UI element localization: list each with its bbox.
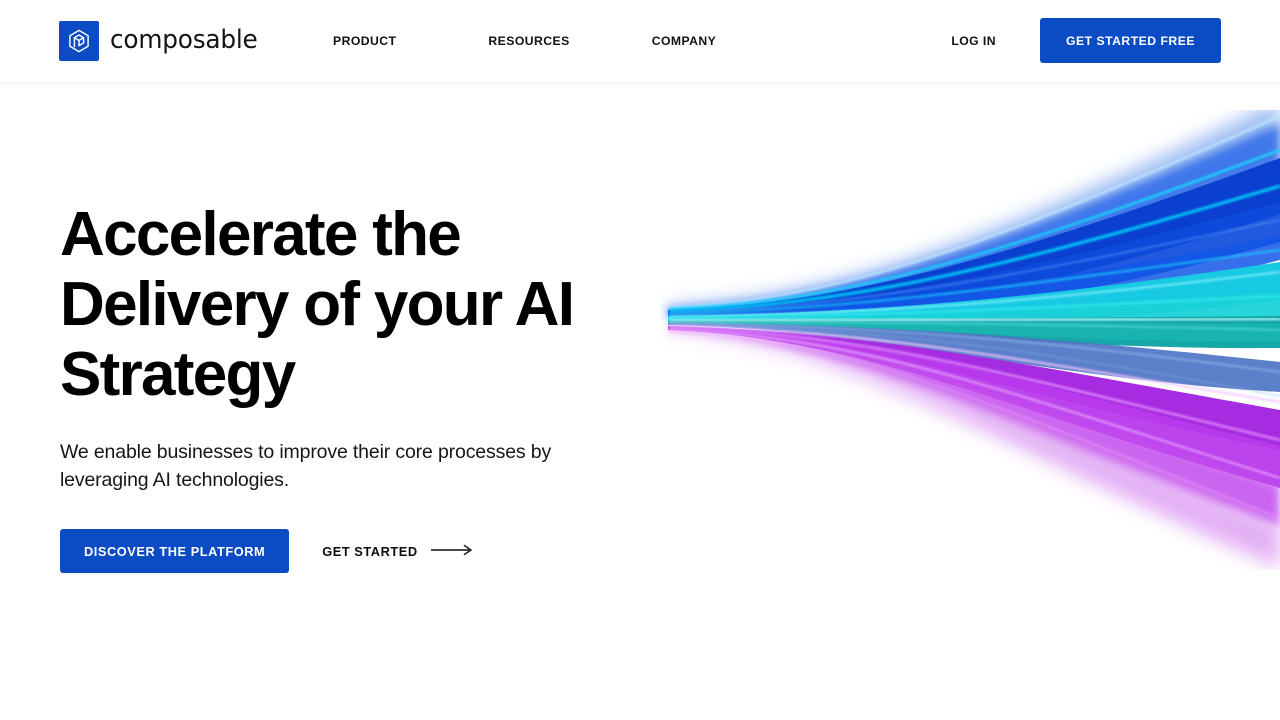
site-header: composable PRODUCT RESOURCES COMPANY LOG…	[0, 0, 1280, 82]
nav-item-company[interactable]: COMPANY	[652, 33, 717, 49]
discover-the-platform-button[interactable]: DISCOVER THE PLATFORM	[60, 529, 290, 573]
hero-copy: Accelerate the Delivery of your AI Strat…	[60, 200, 680, 573]
hero-title-line-2: Delivery of your AI	[60, 270, 575, 339]
logo-wordmark: composable	[110, 25, 258, 56]
get-started-link-button[interactable]: GET STARTED	[314, 529, 480, 573]
hero-section: Accelerate the Delivery of your AI Strat…	[0, 82, 1280, 720]
nav-item-resources[interactable]: RESOURCES	[488, 33, 569, 49]
hero-title-line-1: Accelerate the	[60, 200, 462, 269]
hero-title-line-3: Strategy	[60, 340, 296, 409]
hero-title: Accelerate the Delivery of your AI Strat…	[60, 200, 600, 410]
nav-item-product[interactable]: PRODUCT	[333, 33, 396, 49]
long-arrow-right-icon	[430, 544, 473, 559]
get-started-label: GET STARTED	[322, 543, 418, 559]
hexagon-cube-icon	[59, 21, 99, 61]
page-root: composable PRODUCT RESOURCES COMPANY LOG…	[0, 0, 1280, 720]
header-actions: LOG IN GET STARTED FREE	[951, 18, 1221, 63]
abstract-light-streaks-graphic	[660, 100, 1280, 570]
get-started-free-button[interactable]: GET STARTED FREE	[1040, 18, 1221, 63]
hero-subtitle: We enable businesses to improve their co…	[60, 441, 552, 491]
login-link[interactable]: LOG IN	[951, 33, 996, 49]
hero-actions: DISCOVER THE PLATFORM GET STARTED	[60, 529, 680, 573]
main-nav: PRODUCT RESOURCES COMPANY	[333, 33, 716, 49]
logo-link[interactable]: composable	[59, 21, 262, 61]
